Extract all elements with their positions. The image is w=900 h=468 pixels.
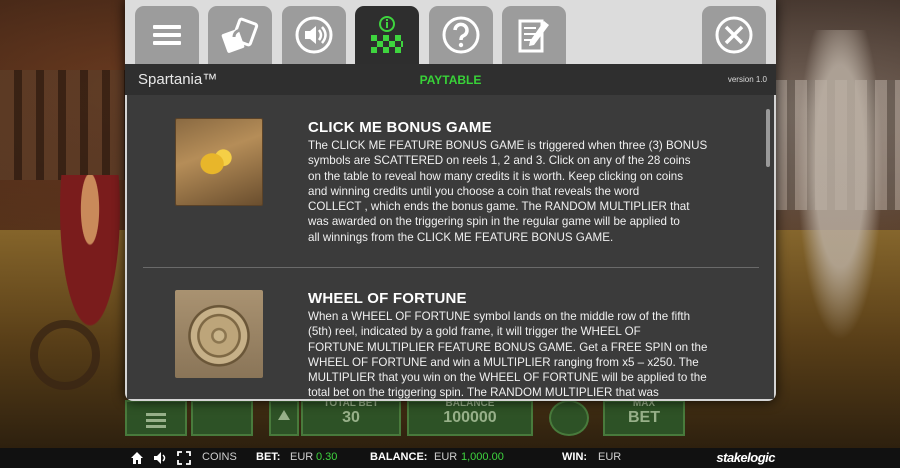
balance-value: 100000 — [443, 409, 497, 426]
modal-title-bar: Spartania™ PAYTABLE version 1.0 — [125, 64, 776, 95]
paytable-entry: WHEEL OF FORTUNE When a WHEEL OF FORTUNE… — [127, 270, 760, 399]
stakelogic-logo: stakelogic — [716, 450, 775, 465]
paytable-tab[interactable] — [355, 6, 419, 64]
desc-line: The CLICK ME FEATURE BONUS GAME is trigg… — [308, 139, 708, 152]
desc-line: symbols are SCATTERED on reels 1, 2 and … — [308, 154, 691, 168]
speaker-icon[interactable] — [153, 451, 167, 465]
bet-label-text: BET: — [256, 451, 281, 463]
autoplay-cards-icon — [221, 17, 259, 53]
bg-total-bet: TOTAL BET 30 — [301, 398, 401, 436]
fullscreen-icon[interactable] — [177, 451, 191, 465]
bg-bet-up-button — [269, 400, 299, 436]
desc-line: (5th) reel, indicated by a gold frame, i… — [308, 325, 641, 339]
desc-line: COLLECT , which ends the bonus game. The… — [308, 200, 690, 214]
close-circle-icon — [715, 16, 753, 54]
desc-line: on the table to reveal how many credits … — [308, 169, 684, 183]
bet-currency: EUR — [290, 451, 314, 463]
section-title: PAYTABLE — [419, 73, 482, 87]
desc-line: When a WHEEL OF FORTUNE symbol lands on … — [308, 310, 691, 323]
desc-line: all winnings from the CLICK ME FEATURE B… — [308, 230, 614, 244]
sound-tab[interactable] — [282, 6, 346, 64]
bg-menu-button — [125, 400, 187, 436]
paytable-entry: CLICK ME BONUS GAME The CLICK ME FEATURE… — [127, 95, 760, 265]
notepad-pen-icon — [518, 19, 549, 53]
version-label: version 1.0 — [727, 75, 767, 84]
modal-tab-bar — [125, 0, 776, 64]
bg-autoplay-button — [191, 400, 253, 436]
win-label: WIN: — [562, 451, 587, 463]
wheel-of-fortune-image — [175, 290, 263, 378]
desc-line: and winning credits until you choose a c… — [308, 184, 640, 198]
bet-label: BET: — [256, 451, 280, 463]
entry-description: When a WHEEL OF FORTUNE symbol lands on … — [308, 309, 748, 399]
desc-line: was awarded on the triggering spin in th… — [308, 215, 680, 229]
history-tab[interactable] — [502, 6, 566, 64]
win-label-text: WIN: — [562, 451, 588, 463]
total-bet-value: 30 — [342, 409, 360, 426]
background-controls: TOTAL BET 30 BALANCE 100000 MAX BET — [125, 398, 775, 440]
desc-line: WHEEL OF FORTUNE and win a MULTIPLIER ra… — [308, 355, 699, 369]
menu-tab[interactable] — [135, 6, 199, 64]
chariot-wheel — [30, 320, 100, 390]
treasure-box-image — [175, 118, 263, 206]
entry-divider — [143, 267, 759, 268]
win-currency: EUR — [598, 451, 622, 463]
max-bet-sub: BET — [628, 409, 660, 426]
speaker-icon — [295, 16, 333, 54]
coins-toggle[interactable]: COINS — [202, 451, 237, 463]
home-icon[interactable] — [130, 451, 144, 465]
help-tab[interactable] — [429, 6, 493, 64]
desc-line: total bet on the triggering spin. The RA… — [308, 386, 659, 399]
hamburger-menu-icon — [153, 25, 181, 45]
scrollbar-thumb[interactable] — [766, 109, 770, 167]
close-tab[interactable] — [702, 6, 766, 64]
colosseum-ruins — [0, 70, 125, 180]
desc-line: FORTUNE MULTIPLIER FEATURE BONUS GAME. G… — [308, 340, 708, 354]
entry-title: WHEEL OF FORTUNE — [308, 290, 467, 307]
paytable-content[interactable]: CLICK ME BONUS GAME The CLICK ME FEATURE… — [127, 95, 774, 399]
balance-currency: EUR — [434, 451, 458, 463]
bg-spin-button — [549, 400, 589, 436]
bg-balance: BALANCE 100000 — [407, 398, 533, 436]
entry-description: The CLICK ME FEATURE BONUS GAME is trigg… — [308, 138, 748, 245]
balance-label-text: BALANCE: — [370, 451, 428, 463]
statue-figure — [790, 30, 890, 370]
entry-title: CLICK ME BONUS GAME — [308, 119, 492, 136]
question-mark-icon — [442, 16, 480, 54]
balance-value: 1,000.00 — [461, 451, 504, 463]
paytable-modal: Spartania™ PAYTABLE version 1.0 CLICK ME… — [125, 0, 776, 401]
autoplay-tab[interactable] — [208, 6, 272, 64]
bg-max-bet-button: MAX BET — [603, 398, 685, 436]
balance-label: BALANCE: — [370, 451, 427, 463]
content-scrollbar[interactable] — [764, 105, 772, 391]
bet-value: 0.30 — [316, 451, 338, 463]
desc-line: MULTIPLIER that you win on the WHEEL OF … — [308, 371, 707, 385]
status-bar: COINS BET: EUR 0.30 BALANCE: EUR 1,000.0… — [0, 448, 900, 468]
paytable-checkerboard-icon — [371, 16, 403, 53]
